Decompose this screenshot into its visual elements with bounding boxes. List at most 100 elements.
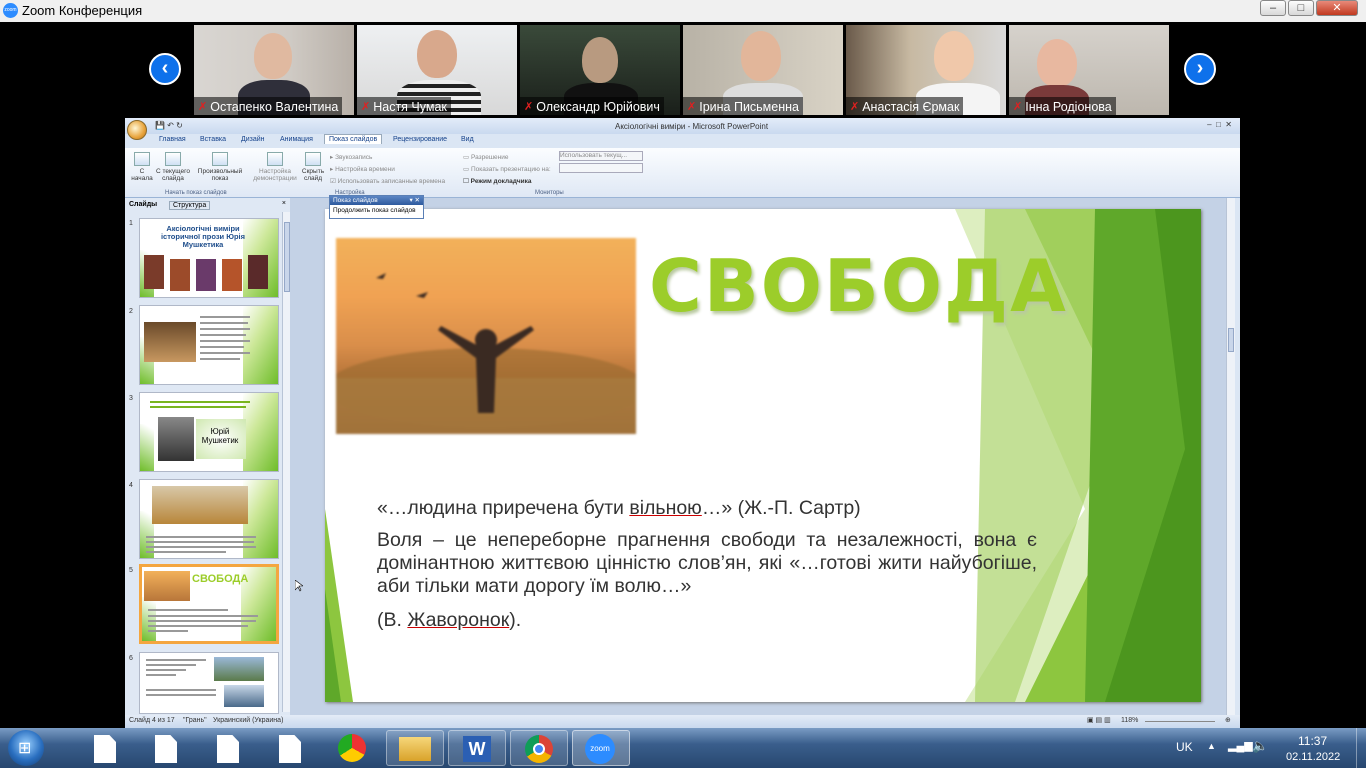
mic-muted-icon: ✗	[198, 101, 208, 113]
start-button[interactable]: ⊞	[8, 730, 44, 766]
participant-name: ✗ Інна Родіонова	[1009, 97, 1116, 115]
prev-page-button[interactable]: ‹	[149, 53, 181, 85]
ribbon-tabs: Главная Вставка Дизайн Анимация Показ сл…	[125, 134, 1240, 148]
tray-arrow-icon[interactable]: ▲	[1207, 741, 1216, 751]
chrome-taskbar-button[interactable]	[510, 730, 568, 766]
chevron-right-icon: ›	[1196, 57, 1204, 79]
participant-video-tile[interactable]: ✗ Анастасія Єрмак	[846, 25, 1006, 115]
slide-thumbnail[interactable]	[139, 479, 279, 559]
slide-counter: Слайд 4 из 17	[129, 717, 175, 724]
mic-muted-icon: ✗	[361, 101, 371, 113]
close-button[interactable]: ✕	[1316, 0, 1358, 16]
minimize-button[interactable]: –	[1260, 0, 1286, 16]
slide-thumbnail-selected[interactable]: СВОБОДА	[139, 564, 279, 644]
rehearse-timings-button[interactable]: ▸ Настройка времени	[330, 165, 395, 173]
maximize-button[interactable]: □	[1288, 0, 1314, 16]
participant-name: ✗ Анастасія Єрмак	[846, 97, 964, 115]
word-icon: W	[463, 736, 491, 762]
participant-video-tile[interactable]: ✗ Ірина Письменна	[683, 25, 843, 115]
participant-name: ✗ Олександр Юрійович	[520, 97, 664, 115]
participant-video-tile[interactable]: ✗ Інна Родіонова	[1009, 25, 1169, 115]
volume-icon[interactable]: 🔈	[1252, 738, 1268, 754]
mic-muted-icon: ✗	[524, 101, 534, 113]
thumb-number: 6	[129, 655, 133, 662]
tab-review[interactable]: Рецензирование	[393, 136, 447, 143]
from-current-button[interactable]: С текущего слайда	[155, 152, 191, 182]
slide-scrollbar[interactable]	[1226, 198, 1235, 715]
record-narration-button[interactable]: ▸ Звукозапись	[330, 153, 372, 161]
presenter-view-checkbox[interactable]: ☐ Режим докладчика	[463, 177, 532, 185]
theme-name: "Грань"	[183, 717, 207, 724]
setup-show-button[interactable]: Настройка демонстрации	[251, 152, 299, 182]
slide-thumbnail[interactable]	[139, 305, 279, 385]
slide-title: СВОБОДА	[649, 244, 1068, 328]
zoom-logo-icon: zoom	[3, 3, 18, 18]
from-beginning-button[interactable]: С начала	[129, 152, 155, 182]
clock-time[interactable]: 11:37	[1298, 734, 1327, 748]
current-slide[interactable]: СВОБОДА «…людина приречена бути вільною……	[325, 209, 1201, 702]
ppt-titlebar: 💾 ↶ ↻ Аксіологічні виміри - Microsoft Po…	[125, 118, 1240, 134]
tab-animation[interactable]: Анимация	[280, 136, 313, 143]
view-buttons[interactable]: ▣ ▤ ▥	[1087, 716, 1111, 724]
fit-icon[interactable]: ⊕	[1225, 716, 1231, 724]
tab-slideshow[interactable]: Показ слайдов	[324, 134, 383, 144]
document-icon[interactable]	[217, 735, 239, 763]
quick-access-toolbar[interactable]: 💾 ↶ ↻	[155, 121, 183, 130]
tab-insert[interactable]: Вставка	[200, 136, 226, 143]
next-page-button[interactable]: ›	[1184, 53, 1216, 85]
tab-slides[interactable]: Слайды	[129, 201, 157, 208]
participant-name: ✗ Настя Чумак	[357, 97, 451, 115]
document-icon[interactable]	[155, 735, 177, 763]
continue-slideshow-button[interactable]: Продолжить показ слайдов	[330, 205, 423, 216]
thumb-number: 1	[129, 220, 133, 227]
show-desktop-button[interactable]	[1356, 728, 1366, 768]
language-status[interactable]: Украинский (Украина)	[213, 717, 283, 724]
close-pane-icon[interactable]: ×	[282, 200, 286, 207]
clock-date[interactable]: 02.11.2022	[1286, 751, 1340, 763]
tab-design[interactable]: Дизайн	[241, 136, 265, 143]
explorer-taskbar-button[interactable]	[386, 730, 444, 766]
network-icon[interactable]: ▂▄▆	[1228, 739, 1253, 752]
participant-name: ✗ Ірина Письменна	[683, 97, 803, 115]
window-title: Zoom Конференция	[22, 3, 143, 18]
slide-paragraph: Воля – це непереборне прагнення свободи …	[377, 529, 1037, 597]
slide-thumbnail[interactable]	[139, 652, 279, 714]
tab-view[interactable]: Вид	[461, 136, 474, 143]
word-taskbar-button[interactable]: W	[448, 730, 506, 766]
windows-logo-icon: ⊞	[18, 740, 32, 757]
document-icon[interactable]	[279, 735, 301, 763]
zoom-app-icon: zoom	[585, 734, 615, 764]
slide-thumbnail[interactable]: Аксіологічні виміри історичної прози Юрі…	[139, 218, 279, 298]
group-monitors-label: Мониторы	[535, 190, 564, 196]
document-icon[interactable]	[94, 735, 116, 763]
ribbon: С начала С текущего слайда Произвольный …	[125, 148, 1240, 198]
language-indicator[interactable]: UK	[1176, 740, 1193, 754]
tab-home[interactable]: Главная	[159, 136, 186, 143]
slide-thumbnail[interactable]: Юрій Мушкетик	[139, 392, 279, 472]
zoom-taskbar-button[interactable]: zoom	[572, 730, 630, 766]
ppt-window-buttons[interactable]: – □ ✕	[1207, 120, 1232, 129]
thumb-number: 5	[129, 567, 133, 574]
yandex-browser-icon[interactable]	[338, 734, 366, 762]
folder-icon	[399, 737, 431, 761]
show-on-select[interactable]	[559, 163, 643, 173]
resolution-select[interactable]: Использовать текущ...	[559, 151, 643, 161]
pane-scrollbar[interactable]	[282, 212, 290, 712]
hide-slide-button[interactable]: Скрыть слайд	[299, 152, 327, 182]
mic-muted-icon: ✗	[1013, 101, 1023, 113]
resolution-label: ▭ Разрешение	[463, 154, 509, 161]
thumb-number: 3	[129, 395, 133, 402]
windows-taskbar: ⊞ W zoom UK ▲ ▂▄▆ 🔈 11:37 02.11.2022	[0, 728, 1366, 768]
zoom-level[interactable]: 118%	[1121, 717, 1138, 724]
tab-outline[interactable]: Структура	[169, 201, 211, 210]
participant-video-tile[interactable]: ✗ Олександр Юрійович	[520, 25, 680, 115]
popup-title: Показ слайдов ▾ ✕	[330, 196, 423, 205]
use-timings-checkbox[interactable]: ☑ Использовать записанные времена	[330, 177, 445, 185]
shared-screen-powerpoint: 💾 ↶ ↻ Аксіологічні виміри - Microsoft Po…	[125, 118, 1240, 728]
participant-video-tile[interactable]: ✗ Настя Чумак	[357, 25, 517, 115]
custom-show-button[interactable]: Произвольный показ	[195, 152, 245, 182]
popup-close-icon[interactable]: ▾ ✕	[409, 196, 420, 205]
participant-video-tile[interactable]: ✗ Остапенко Валентина	[194, 25, 354, 115]
zoom-slider[interactable]	[1145, 721, 1215, 722]
slide-citation: (В. Жаворонок).	[377, 609, 522, 631]
